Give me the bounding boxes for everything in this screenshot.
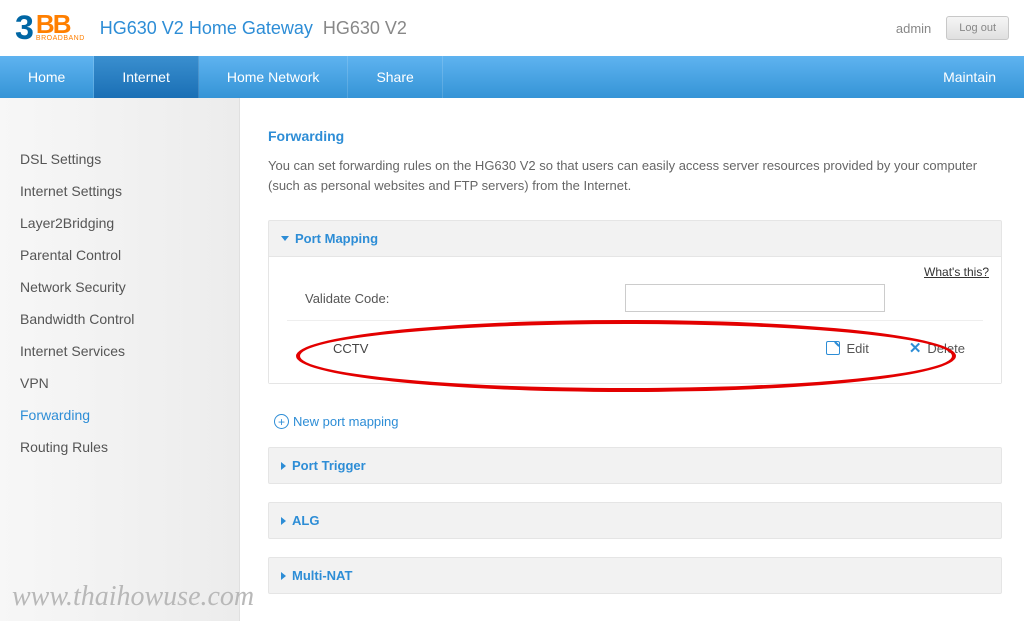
port-trigger-panel: Port Trigger (268, 447, 1002, 484)
port-mapping-body: What's this? Validate Code: CCTV Edit ✕ … (269, 256, 1001, 383)
plus-icon: + (274, 414, 289, 429)
new-port-mapping-label: New port mapping (293, 414, 399, 429)
sidebar-item-bandwidth-control[interactable]: Bandwidth Control (20, 303, 239, 335)
logout-button[interactable]: Log out (946, 16, 1009, 40)
alg-header[interactable]: ALG (269, 503, 1001, 538)
watermark: www.thaihowuse.com (12, 581, 254, 613)
delete-button[interactable]: ✕ Delete (909, 339, 965, 357)
sidebar-item-parental-control[interactable]: Parental Control (20, 239, 239, 271)
alg-title: ALG (292, 513, 319, 528)
page-title: HG630 V2 Home Gateway (100, 18, 313, 39)
port-trigger-title: Port Trigger (292, 458, 366, 473)
main-nav: Home Internet Home Network Share Maintai… (0, 56, 1024, 98)
delete-label: Delete (927, 341, 965, 356)
sidebar: DSL Settings Internet Settings Layer2Bri… (0, 98, 240, 621)
multi-nat-header[interactable]: Multi-NAT (269, 558, 1001, 593)
nav-internet[interactable]: Internet (94, 56, 198, 98)
whats-this-link[interactable]: What's this? (924, 265, 989, 279)
logo-numeral: 3 (15, 9, 34, 48)
validate-code-input[interactable] (625, 284, 885, 312)
logo-bb-wrap: BB BROADBAND (36, 14, 85, 42)
nav-home[interactable]: Home (0, 56, 94, 98)
spacer (268, 429, 1002, 447)
mapping-row: CCTV Edit ✕ Delete (287, 320, 983, 371)
chevron-down-icon (281, 236, 289, 241)
section-description: You can set forwarding rules on the HG63… (268, 156, 1002, 195)
port-mapping-title: Port Mapping (295, 231, 378, 246)
multi-nat-title: Multi-NAT (292, 568, 352, 583)
edit-icon (826, 341, 840, 355)
sidebar-item-layer2bridging[interactable]: Layer2Bridging (20, 207, 239, 239)
close-icon: ✕ (909, 339, 922, 357)
sidebar-item-forwarding[interactable]: Forwarding (20, 399, 239, 431)
logo-broadband-sub: BROADBAND (36, 35, 85, 42)
validate-row: Validate Code: (287, 269, 983, 320)
sidebar-item-internet-settings[interactable]: Internet Settings (20, 175, 239, 207)
port-trigger-header[interactable]: Port Trigger (269, 448, 1001, 483)
chevron-right-icon (281, 462, 286, 470)
alg-panel: ALG (268, 502, 1002, 539)
logo-bb-text: BB (36, 14, 85, 35)
sidebar-item-internet-services[interactable]: Internet Services (20, 335, 239, 367)
section-title: Forwarding (268, 128, 1002, 144)
logo: 3 BB BROADBAND (15, 9, 85, 48)
multi-nat-panel: Multi-NAT (268, 557, 1002, 594)
edit-label: Edit (846, 341, 868, 356)
mapping-entry-name: CCTV (305, 341, 786, 356)
nav-share[interactable]: Share (348, 56, 442, 98)
sidebar-item-dsl-settings[interactable]: DSL Settings (20, 143, 239, 175)
nav-maintain[interactable]: Maintain (915, 56, 1024, 98)
model-label: HG630 V2 (323, 18, 407, 39)
header: 3 BB BROADBAND HG630 V2 Home Gateway HG6… (0, 0, 1024, 56)
new-port-mapping-button[interactable]: + New port mapping (268, 402, 1002, 429)
sidebar-item-routing-rules[interactable]: Routing Rules (20, 431, 239, 463)
content: DSL Settings Internet Settings Layer2Bri… (0, 98, 1024, 621)
sidebar-item-vpn[interactable]: VPN (20, 367, 239, 399)
main-area: Forwarding You can set forwarding rules … (240, 98, 1024, 621)
port-mapping-header[interactable]: Port Mapping (269, 221, 1001, 256)
sidebar-item-network-security[interactable]: Network Security (20, 271, 239, 303)
header-right: admin Log out (896, 16, 1009, 40)
current-user: admin (896, 21, 931, 36)
port-mapping-panel: Port Mapping What's this? Validate Code:… (268, 220, 1002, 384)
chevron-right-icon (281, 517, 286, 525)
chevron-right-icon (281, 572, 286, 580)
nav-home-network[interactable]: Home Network (199, 56, 349, 98)
validate-code-label: Validate Code: (305, 291, 625, 306)
edit-button[interactable]: Edit (826, 341, 868, 356)
